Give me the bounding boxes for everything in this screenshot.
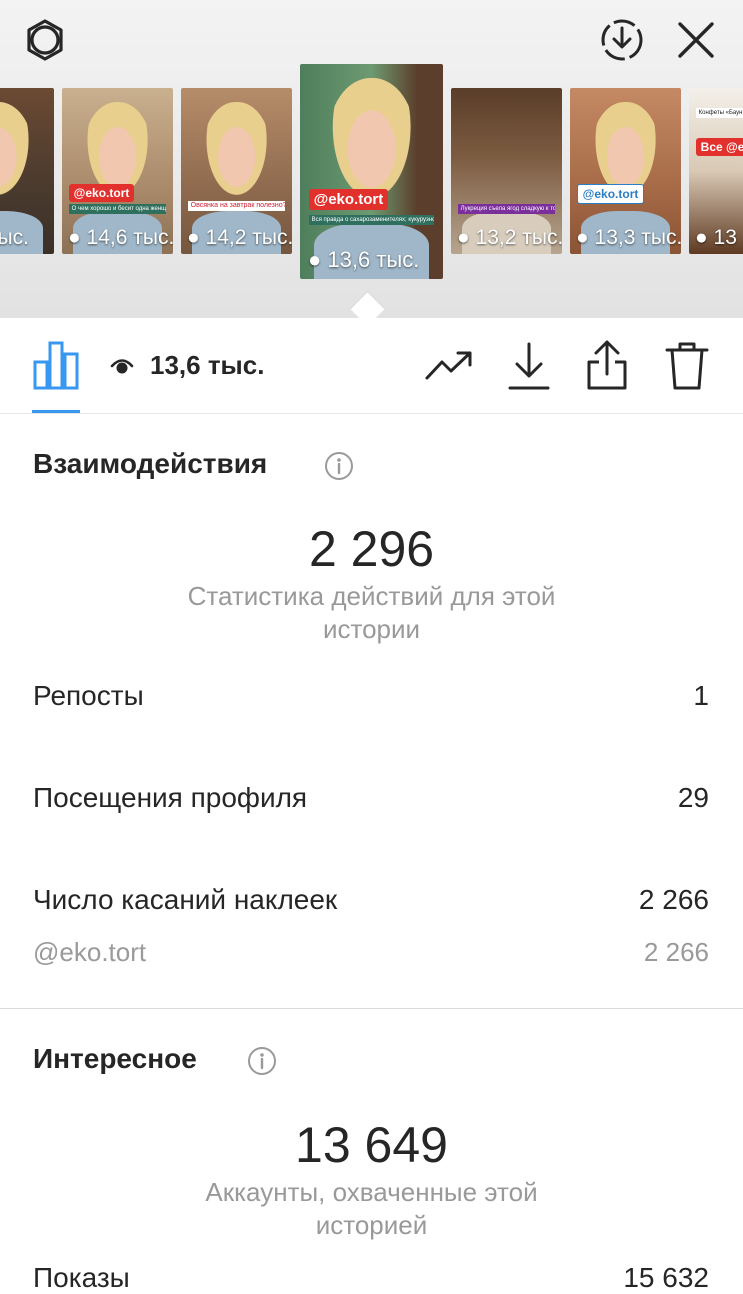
- thumbnail-views: 13,2 тыс.: [475, 226, 562, 249]
- thumbnail-views: 14,6 тыс.: [86, 226, 173, 249]
- story-thumbnail[interactable]: ● ,8 тыс.: [0, 88, 54, 254]
- story-thumbnail[interactable]: Овсянка на завтрак полезно? ДА НЕТ ● 14,…: [181, 88, 292, 254]
- story-thumbnail[interactable]: Лукреция съела ягод сладкую к тому ночь …: [451, 88, 562, 254]
- discovery-total: 13 649: [295, 1117, 448, 1173]
- eye-icon: ●: [68, 226, 81, 249]
- thumbnail-views: 13: [713, 226, 737, 249]
- story-header: ● ,8 тыс. @eko.tort О чем хорошо и бесит…: [0, 0, 743, 319]
- stat-value: 29: [677, 782, 709, 813]
- download-icon[interactable]: [506, 340, 552, 392]
- stat-label: Показы: [33, 1262, 130, 1293]
- stat-value: 1: [693, 680, 709, 711]
- story-text: Вся правда о сахарозаменителях; кукурузн…: [308, 214, 435, 225]
- interactions-title: Взаимодействия: [33, 448, 268, 479]
- stat-row-sticker-taps: Число касаний наклеек 2 266: [33, 884, 709, 916]
- section-divider: [0, 1008, 743, 1009]
- story-thumbnail-strip[interactable]: ● ,8 тыс. @eko.tort О чем хорошо и бесит…: [0, 64, 743, 279]
- mention-sticker: @eko.tort: [308, 188, 389, 210]
- mention-sticker: Все @eko: [695, 137, 743, 156]
- eye-icon: ●: [695, 226, 708, 249]
- trash-icon[interactable]: [664, 340, 710, 392]
- stat-label: Число касаний наклеек: [33, 884, 338, 915]
- interactions-subtitle: Статистика действий для этой истории: [187, 581, 556, 644]
- poll-sticker: Овсянка на завтрак полезно? ДА НЕТ: [187, 200, 286, 211]
- trending-icon[interactable]: [424, 346, 474, 386]
- insights-toolbar: 13,6 тыс.: [0, 318, 743, 414]
- story-text: Лукреция съела ягод сладкую к тому ночь: [457, 204, 556, 215]
- gear-icon[interactable]: [22, 18, 68, 64]
- stat-row-reposts: Репосты 1: [33, 680, 709, 712]
- bar-chart-icon[interactable]: [32, 340, 80, 390]
- views-count: 13,6 тыс.: [150, 350, 265, 380]
- info-icon[interactable]: [324, 451, 354, 481]
- stat-value: 2 266: [643, 937, 709, 967]
- download-circle-icon[interactable]: [598, 16, 646, 64]
- mention-sticker: @eko.tort: [68, 184, 135, 203]
- eye-icon: ●: [457, 226, 470, 249]
- stat-label: @eko.tort: [33, 937, 147, 967]
- close-icon[interactable]: [674, 18, 718, 62]
- story-thumbnail[interactable]: @eko.tort О чем хорошо и бесит одна женщ…: [62, 88, 173, 254]
- stat-label: Посещения профиля: [33, 782, 308, 813]
- story-thumbnail-selected[interactable]: @eko.tort Вся правда о сахарозаменителях…: [300, 64, 443, 279]
- discovery-title: Интересное: [33, 1043, 197, 1074]
- stat-value: 2 266: [638, 884, 709, 915]
- stat-value: 15 632: [623, 1262, 709, 1293]
- story-text: Конфеты «Баунти»: [695, 107, 743, 118]
- thumbnail-views: 14,2 тыс.: [205, 226, 292, 249]
- interactions-total: 2 296: [308, 521, 435, 577]
- story-text: О чем хорошо и бесит одна женщина: [68, 204, 167, 215]
- eye-icon: ●: [308, 247, 322, 272]
- stat-row-profile-visits: Посещения профиля 29: [33, 782, 709, 814]
- stat-label: Репосты: [33, 680, 144, 711]
- discovery-subtitle: Аккаунты, охваченные этой историей: [205, 1177, 538, 1240]
- mention-sticker: @eko.tort: [576, 184, 645, 205]
- story-thumbnail[interactable]: Все @eko Конфеты «Баунти» ● 13: [689, 88, 743, 254]
- info-icon[interactable]: [247, 1046, 277, 1076]
- eye-icon: ●: [576, 226, 589, 249]
- thumbnail-views: 13,6 тыс.: [327, 247, 420, 272]
- stat-row-impressions: Показы 15 632: [33, 1262, 709, 1294]
- stat-row-sticker-mention: @eko.tort 2 266: [33, 937, 709, 968]
- thumbnail-views: 13,3 тыс.: [594, 226, 681, 249]
- story-thumbnail[interactable]: @eko.tort ● 13,3 тыс.: [570, 88, 681, 254]
- active-tab-indicator: [32, 410, 80, 413]
- share-icon[interactable]: [584, 338, 630, 392]
- thumbnail-views: ,8 тыс.: [0, 226, 29, 249]
- eye-icon: [110, 359, 134, 374]
- eye-icon: ●: [187, 226, 200, 249]
